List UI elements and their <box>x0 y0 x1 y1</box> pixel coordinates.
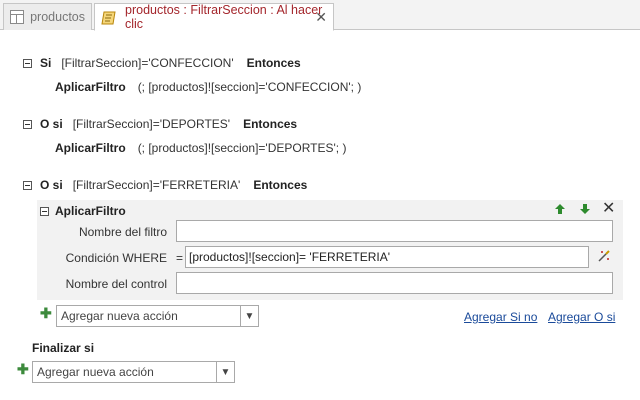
close-icon[interactable]: ✕ <box>315 10 327 24</box>
document-tab-strip: productos productos : FiltrarSeccion : A… <box>0 0 640 31</box>
action-args: (; [productos]![seccion]='CONFECCION'; ) <box>137 80 362 94</box>
move-down-icon[interactable] <box>579 203 591 215</box>
end-if-label: Finalizar si <box>32 341 95 355</box>
collapse-icon[interactable] <box>40 206 49 216</box>
add-new-action-combo[interactable]: Agregar nueva acción ▼ <box>56 305 259 327</box>
table-icon <box>10 10 25 24</box>
action-args: (; [productos]![seccion]='DEPORTES'; ) <box>137 141 347 155</box>
else-if-block-header: O si [FiltrarSeccion]='DEPORTES' Entonce… <box>23 117 297 131</box>
control-name-label: Nombre del control <box>65 277 167 291</box>
combo-placeholder: Agregar nueva acción <box>61 309 178 323</box>
where-condition-label: Condición WHERE <box>65 251 167 265</box>
filter-name-label: Nombre del filtro <box>78 225 167 239</box>
add-new-action-combo[interactable]: Agregar nueva acción ▼ <box>32 361 235 383</box>
filter-name-field[interactable] <box>176 220 613 242</box>
chevron-down-icon[interactable]: ▼ <box>216 362 234 382</box>
tab-label: productos : FiltrarSeccion : Al hacer cl… <box>125 3 323 31</box>
move-up-icon[interactable] <box>554 203 566 215</box>
collapse-icon[interactable] <box>23 180 32 190</box>
action-row[interactable]: AplicarFiltro (; [productos]![seccion]='… <box>55 141 346 155</box>
add-action-plus-icon: ✚ <box>17 361 29 377</box>
else-if-keyword: O si <box>40 178 63 192</box>
else-if-keyword: O si <box>40 117 63 131</box>
if-block-header: Si [FiltrarSeccion]='CONFECCION' Entonce… <box>23 56 301 70</box>
add-action-plus-icon: ✚ <box>40 305 52 321</box>
tab-macro-filtrar-seccion[interactable]: productos : FiltrarSeccion : Al hacer cl… <box>94 3 334 31</box>
tab-productos[interactable]: productos <box>3 3 92 30</box>
combo-placeholder: Agregar nueva acción <box>37 365 154 379</box>
action-row[interactable]: AplicarFiltro (; [productos]![seccion]='… <box>55 80 361 94</box>
action-name: AplicarFiltro <box>55 141 126 155</box>
expanded-action-header: AplicarFiltro <box>40 204 126 218</box>
delete-icon[interactable]: ✕ <box>602 201 615 217</box>
then-keyword: Entonces <box>243 117 298 131</box>
tab-label: productos <box>30 10 85 24</box>
else-if-condition[interactable]: [FiltrarSeccion]='DEPORTES' <box>73 117 230 131</box>
expression-builder-icon[interactable] <box>597 249 611 263</box>
if-keyword: Si <box>40 56 52 70</box>
expanded-action-block: AplicarFiltro ✕ Nombre del filtro Condic… <box>37 200 623 300</box>
if-condition[interactable]: [FiltrarSeccion]='CONFECCION' <box>61 56 233 70</box>
collapse-icon[interactable] <box>23 58 32 68</box>
action-name: AplicarFiltro <box>55 80 126 94</box>
add-else-link[interactable]: Agregar Si no <box>464 310 537 324</box>
else-if-block-header: O si [FiltrarSeccion]='FERRETERIA' Enton… <box>23 178 307 192</box>
macro-icon <box>101 10 119 25</box>
control-name-field[interactable] <box>176 272 613 294</box>
then-keyword: Entonces <box>246 56 301 70</box>
where-condition-field[interactable]: [productos]![seccion]= 'FERRETERIA' <box>185 246 589 268</box>
where-equals-sign: = <box>176 251 184 265</box>
else-if-condition[interactable]: [FiltrarSeccion]='FERRETERIA' <box>73 178 241 192</box>
collapse-icon[interactable] <box>23 119 32 129</box>
action-name: AplicarFiltro <box>55 204 126 218</box>
then-keyword: Entonces <box>253 178 308 192</box>
add-else-if-link[interactable]: Agregar O si <box>548 310 615 324</box>
chevron-down-icon[interactable]: ▼ <box>240 306 258 326</box>
